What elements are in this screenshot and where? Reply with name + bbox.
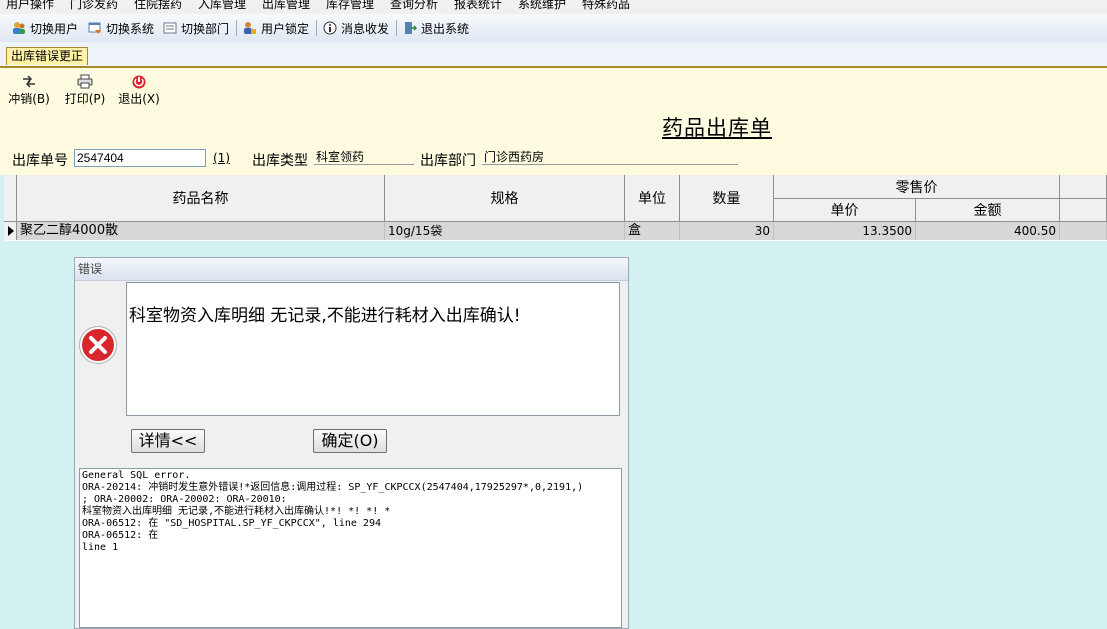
form-panel: 冲销(B) 打印(P) 退出(X) 药品出库单 出库单号 (1) 出库类型 科室… [0, 68, 1107, 175]
switch-user-button[interactable]: 切换用户 [12, 19, 78, 37]
printer-icon [77, 74, 93, 89]
switch-system-label: 切换系统 [106, 21, 155, 36]
col-header-price[interactable]: 单价 [774, 199, 916, 222]
col-header-amount[interactable]: 金额 [916, 199, 1060, 222]
messages-label: 消息收发 [341, 21, 390, 36]
row-indicator-header [4, 175, 17, 222]
dialog-title: 错误 [75, 258, 628, 281]
order-no-hint: (1) [213, 151, 230, 165]
exit-label: 退出(X) [118, 92, 160, 106]
ok-button[interactable]: 确定(O) [313, 429, 387, 453]
error-dialog: 错误 科室物资入库明细 无记录,不能进行耗材入出库确认! 详情<< 确定(O) … [74, 257, 629, 629]
col-header-extra [1060, 199, 1107, 222]
error-icon [79, 326, 117, 364]
current-row-arrow-icon [8, 226, 14, 236]
switch-dept-label: 切换部门 [181, 21, 230, 36]
error-message: 科室物资入库明细 无记录,不能进行耗材入出库确认! [126, 282, 620, 416]
menu-maintenance[interactable]: 系统维护 [518, 0, 566, 12]
reverse-arrows-icon [23, 75, 35, 88]
window-switch-icon [88, 22, 101, 34]
toolbar-separator [236, 20, 237, 36]
power-icon [132, 75, 146, 89]
dept-field[interactable]: 门诊西药房 [482, 149, 738, 165]
col-header-qty[interactable]: 数量 [680, 175, 774, 222]
messages-button[interactable]: 消息收发 [323, 19, 389, 37]
order-no-label: 出库单号 [12, 153, 68, 169]
tab-stock-out-correction[interactable]: 出库错误更正 [6, 47, 89, 65]
col-header-spec[interactable]: 规格 [385, 175, 625, 222]
menu-stock-in[interactable]: 入库管理 [198, 0, 246, 12]
menu-inpatient[interactable]: 住院摆药 [134, 0, 182, 12]
switch-system-button[interactable]: 切换系统 [88, 19, 154, 37]
order-no-input[interactable] [74, 149, 206, 167]
cell-extra [1060, 222, 1107, 240]
cell-qty[interactable]: 30 [680, 222, 774, 240]
col-header-retail: 零售价 [774, 175, 1060, 199]
print-button[interactable]: 打印(P) [64, 74, 106, 107]
exit-system-label: 退出系统 [421, 21, 470, 36]
menu-inventory[interactable]: 库存管理 [326, 0, 374, 12]
details-button[interactable]: 详情<< [131, 429, 205, 453]
type-field[interactable]: 科室领药 [314, 149, 414, 165]
toolbar-separator [396, 20, 397, 36]
print-label: 打印(P) [64, 92, 106, 106]
cell-amount[interactable]: 400.50 [916, 222, 1060, 240]
row-indicator[interactable] [4, 222, 17, 240]
cell-price[interactable]: 13.3500 [774, 222, 916, 240]
lock-user-label: 用户锁定 [261, 21, 310, 36]
menu-query[interactable]: 查询分析 [390, 0, 438, 12]
col-header-extra [1060, 175, 1107, 199]
info-icon [323, 21, 337, 35]
users-icon [13, 22, 25, 34]
cell-spec[interactable]: 10g/15袋 [385, 222, 625, 240]
type-label: 出库类型 [252, 153, 308, 169]
col-header-name[interactable]: 药品名称 [17, 175, 385, 222]
cell-drug-name[interactable]: 聚乙二醇4000散 [17, 222, 385, 240]
reverse-label: 冲销(B) [8, 92, 50, 106]
menu-outpatient[interactable]: 门诊发药 [70, 0, 118, 12]
menu-special-drugs[interactable]: 特殊药品 [582, 0, 630, 12]
switch-user-label: 切换用户 [30, 21, 79, 36]
cell-unit[interactable]: 盒 [625, 222, 680, 240]
switch-dept-button[interactable]: 切换部门 [163, 19, 229, 37]
exit-door-icon [405, 22, 417, 34]
dept-label: 出库部门 [420, 153, 476, 169]
col-header-unit[interactable]: 单位 [625, 175, 680, 222]
reverse-button[interactable]: 冲销(B) [8, 74, 50, 107]
tab-strip: 出库错误更正 [0, 42, 1107, 66]
menu-user-ops[interactable]: 用户操作 [6, 0, 54, 12]
page-title: 药品出库单 [662, 116, 772, 140]
menu-stock-out[interactable]: 出库管理 [262, 0, 310, 12]
user-lock-icon [244, 22, 256, 34]
department-icon [163, 22, 177, 34]
exit-button[interactable]: 退出(X) [118, 74, 160, 107]
error-detail-text[interactable]: General SQL error. ORA-20214: 冲销时发生意外错误!… [79, 468, 622, 628]
menu-bar: 用户操作 门诊发药 住院摆药 入库管理 出库管理 库存管理 查询分析 报表统计 … [0, 0, 1107, 14]
toolbar-separator [316, 20, 317, 36]
menu-reports[interactable]: 报表统计 [454, 0, 502, 12]
lock-user-button[interactable]: 用户锁定 [243, 19, 309, 37]
drug-grid: 药品名称 规格 单位 数量 零售价 单价 金额 聚乙二醇4000散 10g/15… [4, 175, 1107, 241]
exit-system-button[interactable]: 退出系统 [403, 19, 469, 37]
toolbar: 切换用户 切换系统 切换部门 用户锁定 消息收发 退出系统 [0, 14, 1107, 43]
